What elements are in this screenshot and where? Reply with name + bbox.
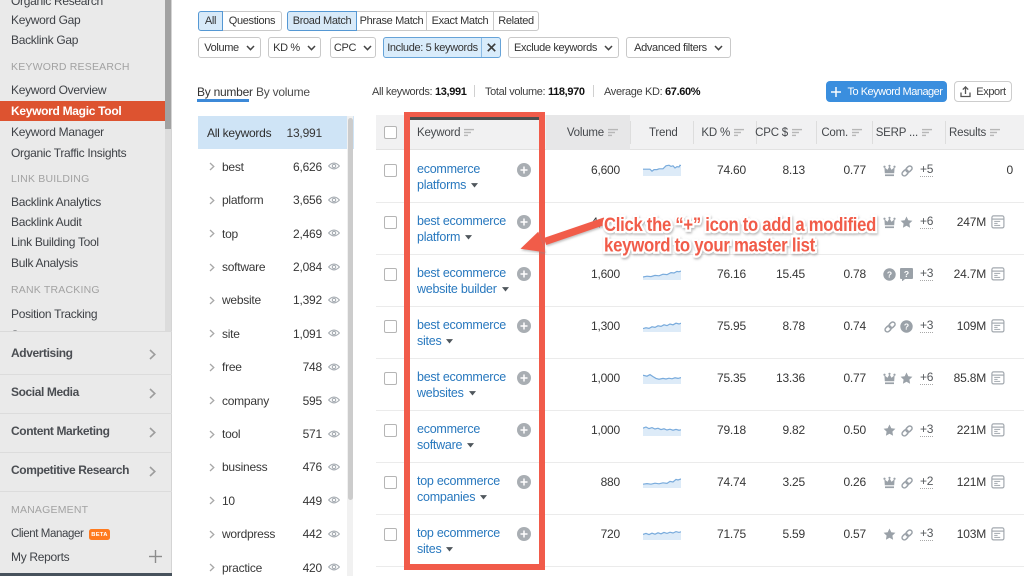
svg-text:keyword to your master list: keyword to your master list — [604, 236, 816, 257]
svg-text:Click the “+” icon to add a mo: Click the “+” icon to add a modified — [604, 215, 876, 236]
svg-text:?: ? — [887, 269, 892, 279]
